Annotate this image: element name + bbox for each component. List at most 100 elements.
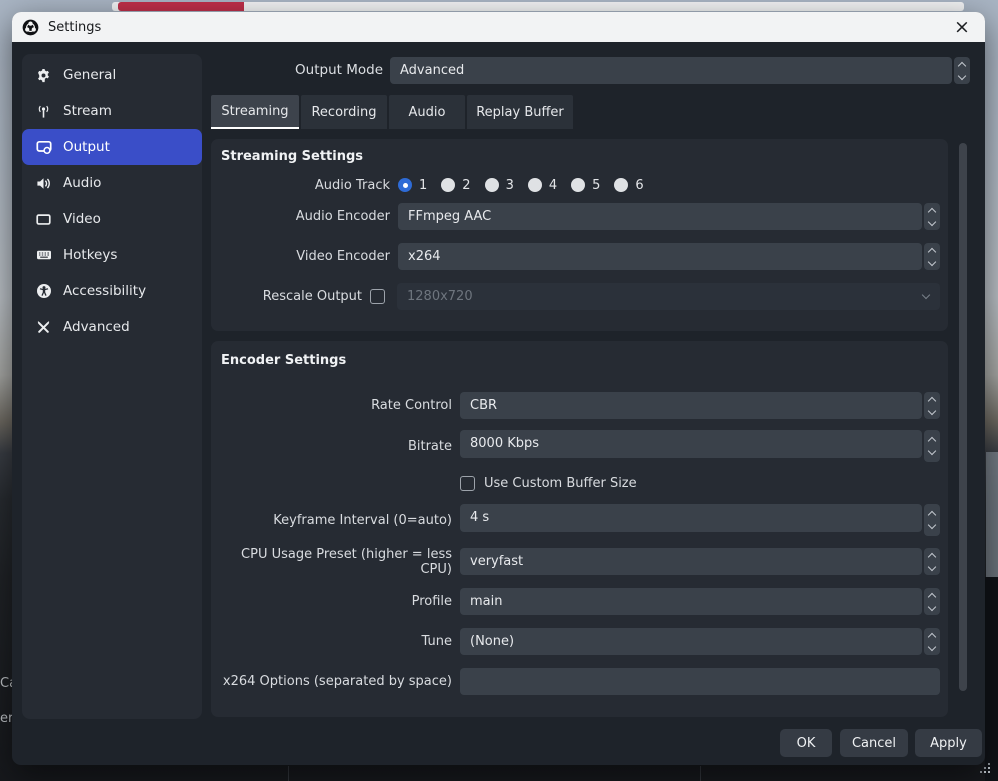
custom-buffer-row: Use Custom Buffer Size	[211, 475, 940, 491]
video-encoder-select[interactable]: x264	[398, 243, 922, 270]
output-mode-label: Output Mode	[192, 57, 383, 84]
background-panel-divider	[288, 766, 289, 781]
bitrate-spinner[interactable]	[924, 430, 940, 462]
panel-title: Streaming Settings	[221, 149, 363, 164]
resize-grip[interactable]	[979, 762, 991, 774]
sidebar-item-advanced[interactable]: Advanced	[22, 309, 202, 345]
profile-select[interactable]: main	[460, 588, 922, 615]
rate-control-label: Rate Control	[211, 398, 460, 413]
sidebar-item-label: Video	[63, 211, 101, 227]
chevron-up-icon	[928, 396, 936, 404]
sidebar-item-hotkeys[interactable]: Hotkeys	[22, 237, 202, 273]
rescale-output-row: Rescale Output 1280x720	[211, 283, 940, 310]
x264-options-input[interactable]	[460, 668, 940, 695]
rate-control-select[interactable]: CBR	[460, 392, 922, 419]
sidebar-item-label: Advanced	[63, 319, 130, 335]
obs-logo-icon	[22, 19, 39, 36]
radio-label: 4	[549, 178, 557, 193]
accessibility-icon	[35, 283, 52, 300]
vertical-scrollbar[interactable]	[959, 143, 967, 691]
output-mode-spinner[interactable]	[954, 57, 970, 84]
chevron-down-icon	[928, 217, 936, 225]
keyframe-interval-row: Keyframe Interval (0=auto) 4 s	[211, 506, 940, 534]
video-encoder-spinner[interactable]	[924, 243, 940, 270]
radio-track-2[interactable]	[441, 178, 455, 192]
radio-track-4[interactable]	[528, 178, 542, 192]
sidebar-item-general[interactable]: General	[22, 57, 202, 93]
video-encoder-row: Video Encoder x264	[211, 243, 940, 270]
apply-button[interactable]: Apply	[915, 729, 982, 757]
tab-replay-buffer[interactable]: Replay Buffer	[467, 95, 573, 129]
radio-track-1[interactable]	[398, 178, 412, 192]
cpu-preset-select[interactable]: veryfast	[460, 548, 922, 575]
bitrate-label: Bitrate	[211, 439, 460, 454]
audio-track-radios: 1 2 3 4 5 6	[398, 178, 658, 193]
chevron-up-icon	[928, 247, 936, 255]
chevron-down-icon	[928, 642, 936, 650]
cpu-preset-spinner[interactable]	[924, 548, 940, 575]
gear-icon	[35, 67, 52, 84]
profile-label: Profile	[211, 594, 460, 609]
radio-track-5[interactable]	[571, 178, 585, 192]
background-preview-fragment	[986, 452, 998, 577]
sidebar-item-video[interactable]: Video	[22, 201, 202, 237]
chevron-down-icon	[928, 447, 936, 455]
settings-dialog: Settings × General Stream Output	[12, 12, 985, 765]
video-encoder-label: Video Encoder	[211, 249, 398, 264]
rate-control-spinner[interactable]	[924, 392, 940, 419]
sidebar-item-audio[interactable]: Audio	[22, 165, 202, 201]
close-icon[interactable]: ×	[945, 12, 979, 42]
tab-streaming[interactable]: Streaming	[211, 95, 299, 129]
radio-label: 5	[592, 178, 600, 193]
chevron-up-icon	[958, 61, 966, 69]
bitrate-input[interactable]: 8000 Kbps	[460, 430, 922, 458]
audio-encoder-spinner[interactable]	[924, 203, 940, 230]
sidebar-item-stream[interactable]: Stream	[22, 93, 202, 129]
tune-select[interactable]: (None)	[460, 628, 922, 655]
audio-track-label: Audio Track	[211, 178, 398, 193]
tab-audio[interactable]: Audio	[389, 95, 465, 129]
rescale-resolution-select[interactable]: 1280x720	[397, 283, 940, 310]
keyboard-icon	[35, 247, 52, 264]
titlebar[interactable]: Settings ×	[12, 12, 985, 42]
rate-control-row: Rate Control CBR	[211, 392, 940, 419]
antenna-icon	[35, 103, 52, 120]
keyframe-interval-input[interactable]: 4 s	[460, 504, 922, 532]
desktop: Ca er Settings × Gene	[0, 0, 998, 781]
sidebar-item-label: Accessibility	[63, 283, 146, 299]
audio-encoder-label: Audio Encoder	[211, 209, 398, 224]
rescale-output-label: Rescale Output	[211, 289, 370, 304]
ok-button[interactable]: OK	[780, 729, 832, 757]
x264-options-row: x264 Options (separated by space)	[211, 668, 940, 695]
background-panel-divider	[700, 766, 701, 781]
rescale-output-checkbox[interactable]	[370, 289, 385, 304]
cancel-button[interactable]: Cancel	[840, 729, 908, 757]
radio-track-6[interactable]	[614, 178, 628, 192]
chevron-up-icon	[928, 207, 936, 215]
radio-label: 6	[635, 178, 643, 193]
radio-label: 3	[506, 178, 514, 193]
profile-spinner[interactable]	[924, 588, 940, 615]
background-dark-fragment	[985, 577, 998, 781]
panel-title: Encoder Settings	[221, 353, 346, 368]
audio-encoder-select[interactable]: FFmpeg AAC	[398, 203, 922, 230]
custom-buffer-checkbox[interactable]	[460, 476, 475, 491]
cpu-preset-label: CPU Usage Preset (higher = less CPU)	[211, 547, 460, 577]
chevron-down-icon	[928, 521, 936, 529]
chevron-up-icon	[928, 592, 936, 600]
output-mode-select[interactable]: Advanced	[390, 57, 952, 84]
sidebar-item-label: Hotkeys	[63, 247, 117, 263]
sidebar-item-label: General	[63, 67, 116, 83]
tune-spinner[interactable]	[924, 628, 940, 655]
speaker-icon	[35, 175, 52, 192]
streaming-settings-panel: Streaming Settings Audio Track 1 2 3 4 5…	[211, 139, 948, 331]
chevron-up-icon	[928, 437, 936, 445]
sidebar-item-label: Audio	[63, 175, 101, 191]
radio-label: 1	[419, 178, 427, 193]
custom-buffer-label: Use Custom Buffer Size	[484, 476, 637, 491]
sidebar-item-accessibility[interactable]: Accessibility	[22, 273, 202, 309]
sidebar-item-output[interactable]: Output	[22, 129, 202, 165]
radio-track-3[interactable]	[485, 178, 499, 192]
keyframe-interval-spinner[interactable]	[924, 504, 940, 536]
tab-recording[interactable]: Recording	[301, 95, 387, 129]
